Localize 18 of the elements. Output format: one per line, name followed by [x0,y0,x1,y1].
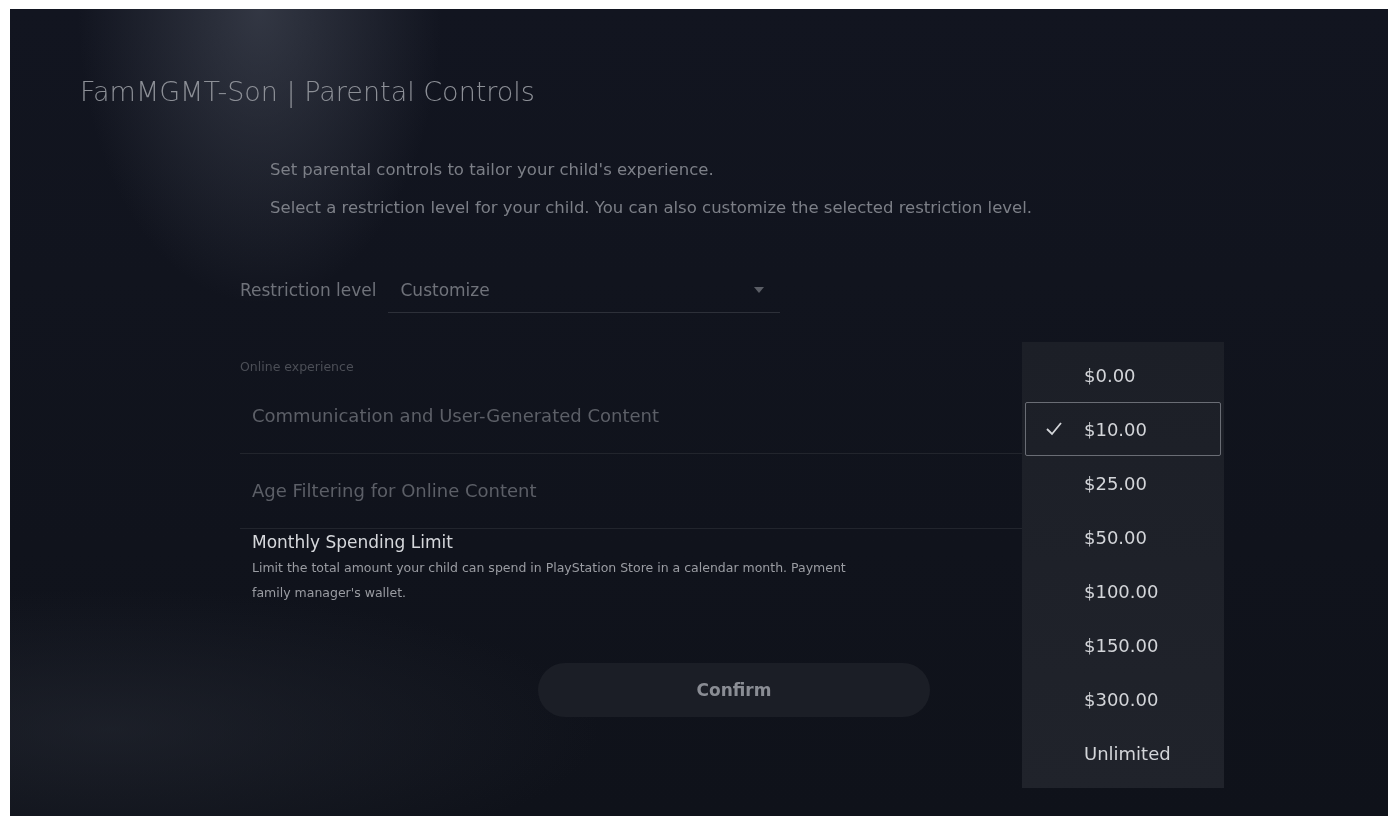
setting-title: Monthly Spending Limit [252,531,454,554]
intro-text: Set parental controls to tailor your child's experience. [270,159,715,181]
dropdown-option[interactable]: $100.00 [1025,564,1221,618]
dropdown-option[interactable]: $150.00 [1025,618,1221,672]
setting-description: Limit the total amount your child can spend in PlayStation Store in a calendar month. Payment [252,559,847,577]
page-title: FamMGMT-Son | Parental Controls [80,75,536,109]
caret-icon [754,286,765,293]
dropdown-option[interactable]: $300.00 [1025,672,1221,726]
section-label: Online experience [240,358,355,376]
restriction-label: Restriction level [240,280,377,300]
dropdown-option[interactable]: Unlimited [1025,726,1221,780]
setting-description: family manager's wallet. [252,584,408,602]
setting-title: Communication and User-Generated Content [252,404,660,428]
check-icon [1046,422,1062,436]
dropdown-option[interactable]: $10.00 [1025,402,1221,456]
intro-text: Select a restriction level for your child. You can also customize the selected restriction level. [270,197,1034,219]
restriction-select[interactable]: Customize [388,267,781,313]
setting-title: Age Filtering for Online Content [252,479,538,503]
